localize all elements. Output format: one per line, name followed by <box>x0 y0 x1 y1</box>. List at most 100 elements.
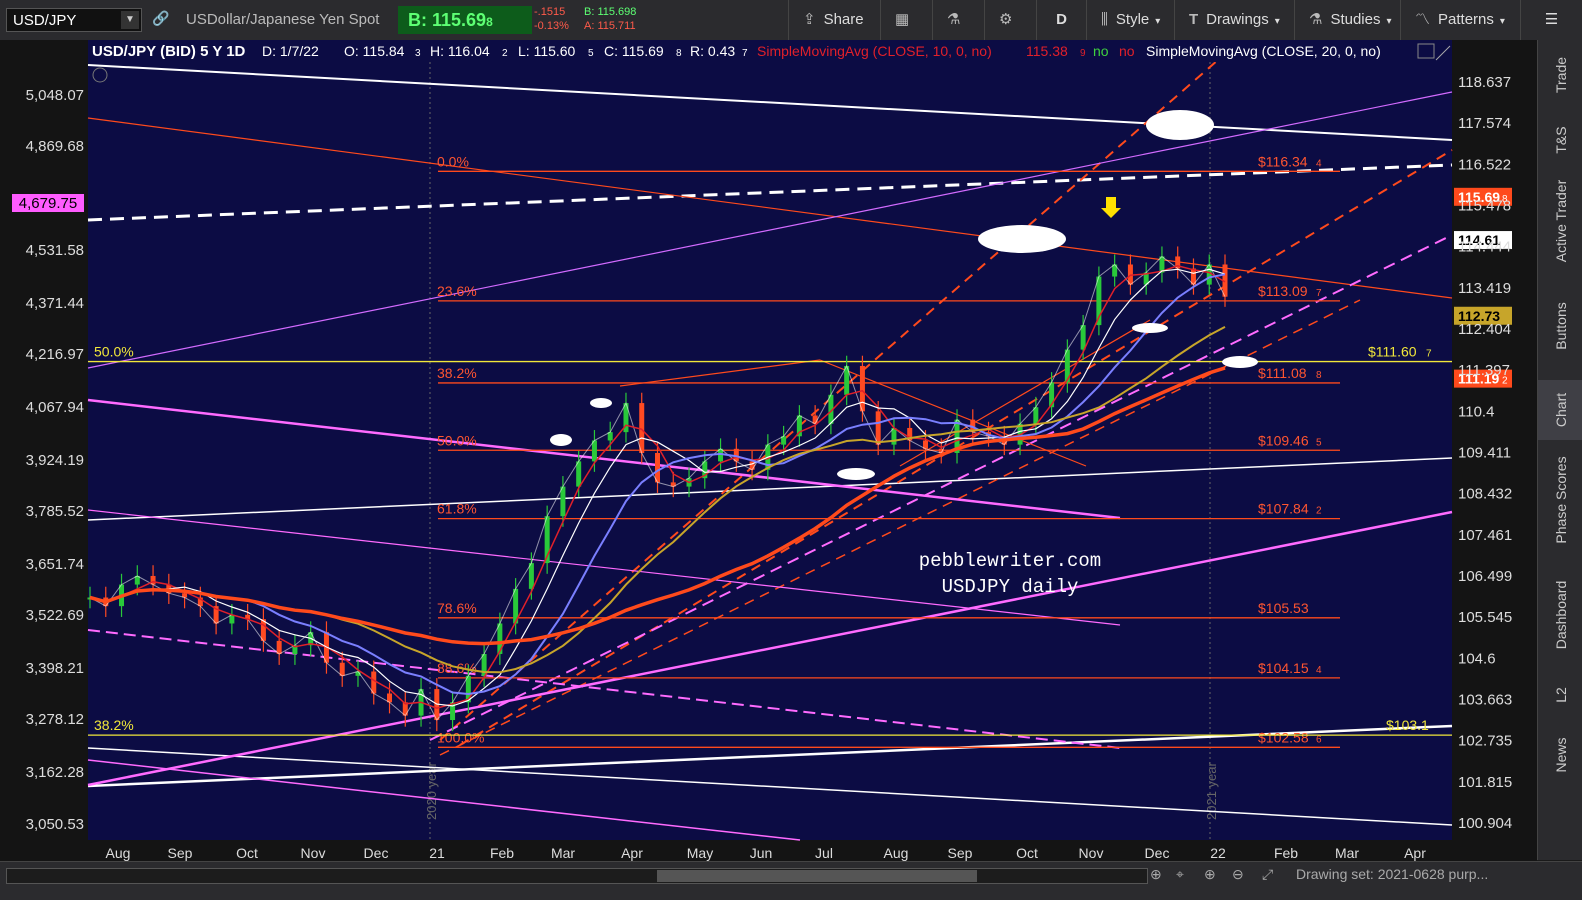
left-axis-background <box>0 40 88 861</box>
header-no-1: no <box>1093 43 1109 59</box>
time-axis-label: Dec <box>364 845 389 861</box>
tab-dashboard[interactable]: Dashboard <box>1538 560 1582 670</box>
fib-level-price-sub: 2 <box>1316 506 1322 517</box>
grid-icon: ▦ <box>895 11 910 28</box>
tab-label: Dashboard <box>1552 580 1569 650</box>
price-axis-label: 112.404 <box>1458 321 1511 338</box>
header-range: R: 0.43 <box>690 43 735 59</box>
fib-level-price-sub: 7 <box>1316 288 1322 299</box>
ask-small: A: 115.711 <box>584 20 636 32</box>
tab-chart[interactable]: Chart <box>1538 380 1582 440</box>
tab-news[interactable]: News <box>1538 720 1582 790</box>
time-axis-label: Apr <box>1404 845 1426 861</box>
header-low: L: 115.60 <box>518 43 576 59</box>
time-axis-label: Sep <box>948 845 973 861</box>
highlight-ellipse-marker <box>590 398 612 408</box>
magnify-icon[interactable]: ⊕ <box>1204 866 1216 883</box>
candle-body <box>1080 325 1086 350</box>
style-button[interactable]: ⫼ Style ▾ <box>1086 0 1174 40</box>
share-button[interactable]: ⇪ Share <box>788 0 878 40</box>
tab-label: Active Trader <box>1552 179 1569 263</box>
share-icon: ⇪ <box>803 11 816 28</box>
highlight-ellipse-marker <box>837 468 875 480</box>
price-axis-label: 106.499 <box>1458 568 1512 585</box>
header-no-2: no <box>1119 43 1135 59</box>
chevron-down-icon[interactable]: ▼ <box>121 11 139 29</box>
period-button[interactable]: D <box>1036 0 1086 40</box>
header-open: O: 115.84 <box>344 43 405 59</box>
tab-active-trader[interactable]: Active Trader <box>1538 170 1582 272</box>
fib-level-label: 61.8% <box>437 501 477 517</box>
bid-small: B: 115.698 <box>584 6 637 18</box>
time-axis-label: Feb <box>1274 845 1298 861</box>
left-axis-label: 3,278.12 <box>26 711 84 728</box>
settings-button[interactable]: ⚙ <box>984 0 1036 40</box>
time-axis-label: Jun <box>750 845 773 861</box>
time-axis-label: Nov <box>1079 845 1104 861</box>
header-close-sub: 8 <box>676 48 682 59</box>
fib-level-label: 0.0% <box>437 153 469 169</box>
chevron-down-icon: ▾ <box>1386 16 1392 27</box>
drawings-button[interactable]: T Drawings ▾ <box>1174 0 1294 40</box>
symbol-text: USD/JPY <box>13 12 77 29</box>
tab-buttons[interactable]: Buttons <box>1538 272 1582 380</box>
menu-button[interactable]: ☰ <box>1520 0 1582 40</box>
text-t-icon: T <box>1189 11 1199 28</box>
candle-body <box>639 403 645 453</box>
flexible-grid-button[interactable]: ▦ <box>880 0 932 40</box>
bid-price-box[interactable]: B: 115.698 <box>398 6 532 34</box>
change-pct: -0.13% <box>534 20 569 32</box>
yellow-level-price: $111.60 <box>1368 344 1417 360</box>
scrollbar-thumb[interactable] <box>657 870 977 882</box>
time-axis-label: Oct <box>236 845 258 861</box>
style-icon: ⫼ <box>1101 11 1108 28</box>
chart-area[interactable]: 2020 year 2021 year 0.0% $116.34 423.6% $113… <box>0 40 1537 861</box>
studies-button[interactable]: ⚗ Studies ▾ <box>1294 0 1406 40</box>
tab-label: Phase Scores <box>1552 456 1569 544</box>
fib-level-price-sub: 8 <box>1316 370 1322 381</box>
time-axis-label: Mar <box>551 845 575 861</box>
header-low-sub: 5 <box>588 48 594 59</box>
time-scrollbar[interactable] <box>6 868 1148 884</box>
yellow-level-label: 50.0% <box>94 344 134 360</box>
studies-lab-button[interactable]: ⚗ <box>932 0 984 40</box>
tab-t-s[interactable]: T&S <box>1538 110 1582 170</box>
price-axis-label: 115.478 <box>1458 198 1511 215</box>
left-axis-label: 3,924.19 <box>26 452 84 469</box>
price-axis-label: 104.6 <box>1458 650 1496 667</box>
link-icon[interactable]: 🔗 <box>152 10 169 27</box>
reset-icon[interactable]: ⤢ <box>1262 866 1273 883</box>
symbol-input[interactable]: USD/JPY ▼ <box>6 8 142 32</box>
tab-label: Buttons <box>1552 302 1569 350</box>
time-axis-label: Feb <box>490 845 514 861</box>
tab-phase-scores[interactable]: Phase Scores <box>1538 440 1582 560</box>
crosshair-icon[interactable]: ⌖ <box>1176 866 1184 883</box>
patterns-button[interactable]: 〽 Patterns ▾ <box>1400 0 1519 40</box>
time-axis-label: Nov <box>301 845 326 861</box>
tab-label: T&S <box>1552 126 1569 154</box>
zoom-out-icon[interactable]: ⊖ <box>1232 866 1244 883</box>
bid-price: B: 115.69 <box>408 10 487 30</box>
yellow-level-price: $103.1 <box>1386 717 1429 733</box>
change-value: -.1515 <box>534 6 566 18</box>
change-block: -.1515 -0.13% <box>534 5 569 33</box>
time-axis-label: Aug <box>106 845 131 861</box>
highlight-ellipse-marker <box>1132 323 1168 333</box>
highlight-ellipse-marker <box>550 434 572 446</box>
time-axis-label: Oct <box>1016 845 1038 861</box>
tab-label: News <box>1552 737 1569 773</box>
menu-icon: ☰ <box>1544 11 1559 28</box>
time-axis-label: Aug <box>884 845 909 861</box>
fib-level-label: 78.6% <box>437 600 477 616</box>
time-axis-label: 22 <box>1210 845 1226 861</box>
zoom-in-icon[interactable]: ⊕ <box>1150 866 1162 883</box>
price-axis-label: 117.574 <box>1458 115 1511 132</box>
header-sma10: SimpleMovingAvg (CLOSE, 10, 0, no) <box>757 43 992 59</box>
fib-level-price: $107.84 <box>1258 501 1309 517</box>
time-axis-label: Apr <box>621 845 643 861</box>
header-open-sub: 3 <box>415 48 421 59</box>
header-date: D: 1/7/22 <box>262 43 319 59</box>
tab-l2[interactable]: L2 <box>1538 670 1582 720</box>
left-axis-label: 4,216.97 <box>26 346 84 363</box>
tab-trade[interactable]: Trade <box>1538 40 1582 110</box>
